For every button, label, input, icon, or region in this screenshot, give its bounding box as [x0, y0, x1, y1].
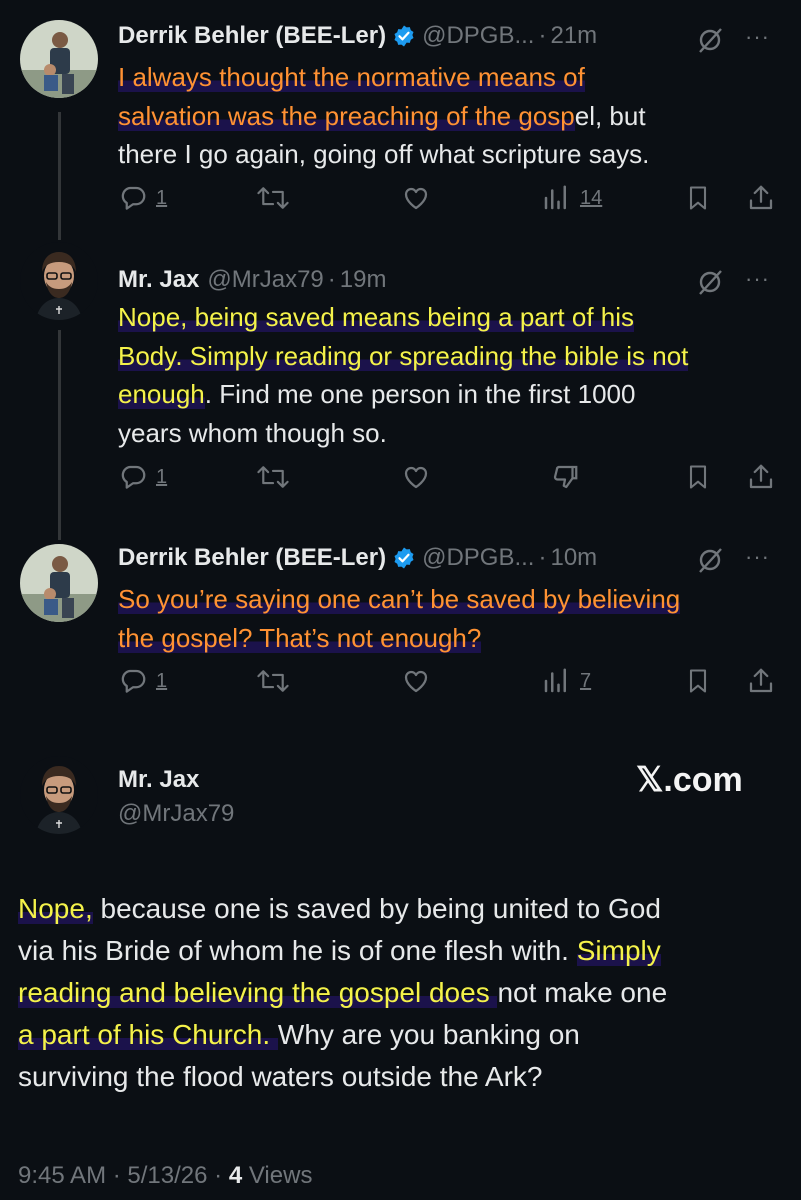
views-icon: [544, 185, 566, 210]
retweet-icon: [257, 187, 289, 209]
avatar[interactable]: [20, 20, 98, 98]
views-count: 4: [228, 1162, 243, 1189]
separator: ·: [538, 544, 547, 571]
timestamp[interactable]: 21m: [550, 22, 597, 50]
dislike-button[interactable]: [550, 462, 580, 492]
reply-button[interactable]: 1: [118, 183, 167, 213]
avatar[interactable]: [20, 242, 98, 320]
like-icon: [404, 466, 428, 489]
tweet-header: Derrik Behler (BEE-Ler) @DPGB... · 10m: [118, 544, 597, 572]
tweet-actions: 1 7: [118, 666, 788, 700]
post-date[interactable]: 5/13/26: [127, 1162, 207, 1189]
author-handle[interactable]: @DPGB...: [422, 22, 534, 50]
more-icon[interactable]: ···: [745, 544, 770, 570]
author-name[interactable]: Derrik Behler (BEE-Ler): [118, 544, 386, 572]
timestamp[interactable]: 10m: [550, 544, 597, 572]
bookmark-icon: [689, 186, 707, 210]
retweet-button[interactable]: [256, 462, 290, 492]
author-handle[interactable]: @MrJax79: [207, 266, 323, 294]
like-button[interactable]: [400, 462, 432, 492]
retweet-icon: [257, 670, 289, 692]
share-button[interactable]: [746, 666, 776, 696]
bookmark-button[interactable]: [684, 666, 712, 696]
share-icon: [749, 185, 773, 210]
like-icon: [404, 670, 428, 693]
reply-button[interactable]: 1: [118, 666, 167, 696]
retweet-button[interactable]: [256, 666, 290, 696]
x-logo: 𝕏.com: [636, 761, 743, 799]
thread-connector: [58, 330, 61, 540]
like-icon: [404, 187, 428, 210]
reply-button[interactable]: 1: [118, 462, 167, 492]
grok-icon[interactable]: [696, 546, 724, 574]
tweet-text: I always thought the normative means of …: [118, 62, 650, 169]
views-button[interactable]: 14: [540, 183, 602, 213]
bookmark-button[interactable]: [684, 462, 712, 492]
separator: ·: [327, 266, 336, 293]
tweet-footer: 9:45 AM · 5/13/26 · 4 Views: [18, 1162, 313, 1189]
like-button[interactable]: [400, 666, 432, 696]
tweet-text: Nope, because one is saved by being unit…: [18, 893, 668, 1092]
grok-icon[interactable]: [696, 268, 724, 296]
bookmark-icon: [689, 669, 707, 693]
reply-icon: [121, 669, 146, 693]
tweet-text: Nope, being saved means being a part of …: [118, 302, 689, 448]
timestamp[interactable]: 19m: [340, 266, 387, 294]
separator: ·: [538, 22, 547, 49]
tweet-text: So you’re saying one can’t be saved by b…: [118, 584, 681, 653]
avatar[interactable]: [20, 544, 98, 622]
reply-icon: [121, 465, 146, 489]
author-name[interactable]: Mr. Jax: [118, 766, 199, 794]
tweet-header: Derrik Behler (BEE-Ler) @DPGB... · 21m: [118, 22, 597, 50]
more-icon[interactable]: ···: [745, 266, 770, 292]
more-icon[interactable]: ···: [745, 24, 770, 50]
avatar[interactable]: [20, 756, 98, 834]
views-label: Views: [248, 1162, 313, 1189]
thread-connector: [58, 112, 61, 240]
tweet-actions: 1: [118, 462, 788, 496]
views-button[interactable]: 7: [540, 666, 591, 696]
views-icon: [544, 668, 566, 693]
author-name[interactable]: Derrik Behler (BEE-Ler): [118, 22, 386, 50]
share-icon: [749, 668, 773, 693]
bookmark-icon: [689, 465, 707, 489]
bookmark-button[interactable]: [684, 183, 712, 213]
tweet-actions: 1 14: [118, 183, 788, 217]
share-icon: [749, 464, 773, 489]
author-handle[interactable]: @DPGB...: [422, 544, 534, 572]
grok-icon[interactable]: [696, 26, 724, 54]
retweet-icon: [257, 466, 289, 488]
reply-icon: [121, 186, 146, 210]
retweet-button[interactable]: [256, 183, 290, 213]
share-button[interactable]: [746, 462, 776, 492]
dislike-icon: [553, 465, 578, 489]
author-name[interactable]: Mr. Jax: [118, 266, 199, 294]
share-button[interactable]: [746, 183, 776, 213]
verified-icon: [394, 25, 414, 47]
tweet-header: Mr. Jax @MrJax79 · 19m: [118, 266, 386, 294]
verified-icon: [394, 547, 414, 569]
like-button[interactable]: [400, 183, 432, 213]
author-handle[interactable]: @MrJax79: [118, 800, 234, 828]
post-time[interactable]: 9:45 AM: [18, 1162, 106, 1189]
